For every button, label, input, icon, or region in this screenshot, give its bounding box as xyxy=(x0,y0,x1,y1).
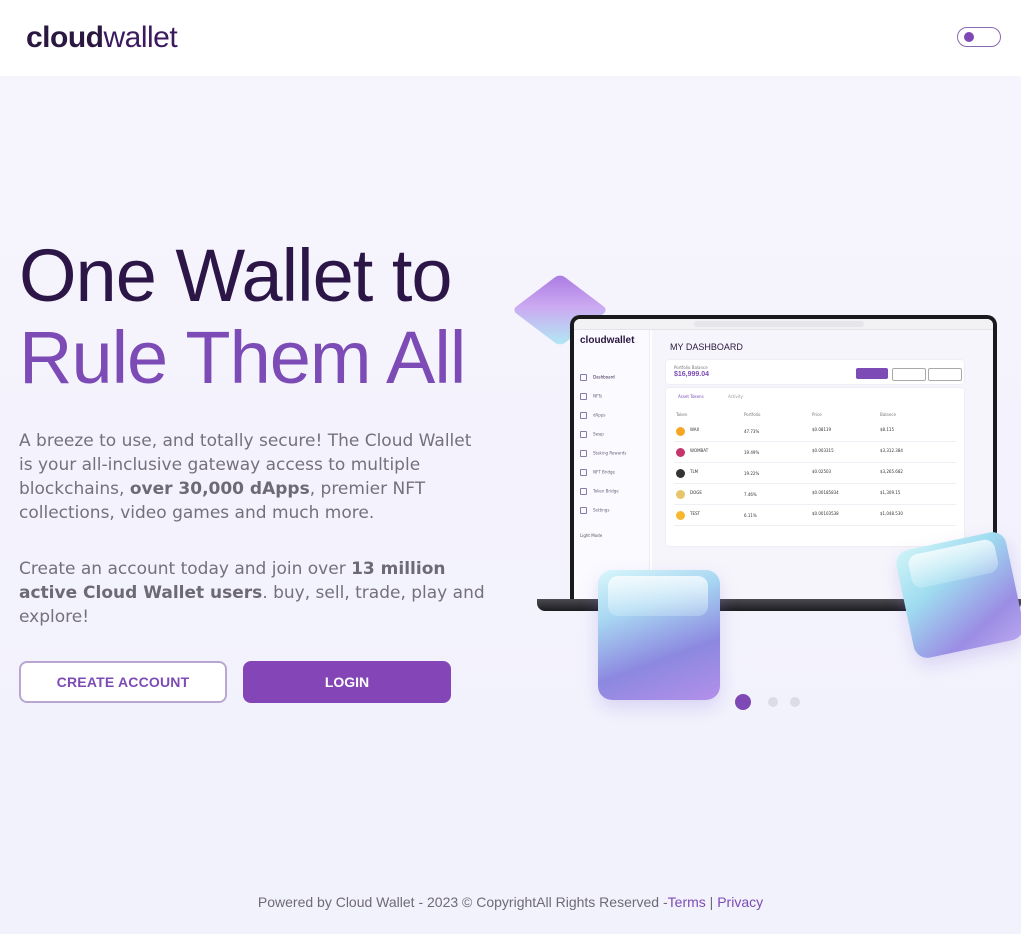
row-pct: 7.46% xyxy=(744,492,757,497)
row-price: $0.003315 xyxy=(812,448,834,453)
row-bal: $3,265.682 xyxy=(880,469,903,474)
carousel-dot[interactable] xyxy=(768,697,778,707)
preview-row: TLM 19.22% $0.02503 $3,265.682 xyxy=(674,464,956,484)
url-bar xyxy=(694,321,864,327)
para1-bold: over 30,000 dApps xyxy=(129,479,310,499)
assets-card: Asset Tokens Activity Token Portfolio Pr… xyxy=(666,388,964,546)
toggle-knob xyxy=(964,31,974,42)
carousel-dot[interactable] xyxy=(790,697,800,707)
row-token: TLM xyxy=(690,469,699,474)
balance-value: $16,999.04 xyxy=(674,371,710,378)
row-token: DOGE xyxy=(690,490,702,495)
create-account-button[interactable]: CREATE ACCOUNT xyxy=(19,661,227,703)
para2-text-a: Create an account today and join over xyxy=(19,559,352,579)
preview-tab-activity: Activity xyxy=(728,394,743,399)
preview-logo: cloudwallet xyxy=(580,335,635,346)
browser-bar xyxy=(574,319,993,337)
preview-buy-button xyxy=(928,368,962,381)
preview-nav-item: Dashboard xyxy=(580,374,615,381)
balance-label: Portfolio Balance xyxy=(674,365,708,370)
preview-title: MY DASHBOARD xyxy=(670,342,743,352)
coin-icon xyxy=(676,448,685,457)
terms-link[interactable]: Terms xyxy=(668,894,706,910)
hero-title-line1: One Wallet to xyxy=(19,234,453,317)
footer: Powered by Cloud Wallet - 2023 © Copyrig… xyxy=(0,858,1021,934)
cloudwallet-logo[interactable]: cloudwallet xyxy=(26,20,178,56)
footer-copyright: Powered by Cloud Wallet - 2023 © Copyrig… xyxy=(257,894,668,910)
row-bal: $1,309.15 xyxy=(880,490,901,495)
footer-text: Powered by Cloud Wallet - 2023 © Copyrig… xyxy=(0,894,1021,910)
row-bal: $1,048.530 xyxy=(880,511,903,516)
decorative-cube-middle xyxy=(598,570,720,700)
row-bal: $8.115 xyxy=(880,427,894,432)
hero-illustration: cloudwallet Dashboard NFTs dApps Swap St… xyxy=(511,270,1021,710)
theme-toggle[interactable] xyxy=(957,27,1001,47)
preview-nav-item: NFTs xyxy=(580,393,602,400)
col-balance: Balance xyxy=(880,412,896,417)
row-pct: 19.49% xyxy=(744,450,760,455)
logo-bold: cloud xyxy=(26,21,104,54)
row-token: WOMBAT xyxy=(690,448,709,453)
row-bal: $3,312.384 xyxy=(880,448,903,453)
coin-icon xyxy=(676,511,685,520)
preview-row: WOMBAT 19.49% $0.003315 $3,312.384 xyxy=(674,443,956,463)
row-price: $0.00103538 xyxy=(812,511,839,516)
preview-row: WAX 47.73% $0.08119 $8.115 xyxy=(674,422,956,442)
preview-light-mode: Light Mode xyxy=(580,533,603,538)
preview-row: TEST 6.11% $0.00103538 $1,048.530 xyxy=(674,506,956,526)
privacy-link[interactable]: Privacy xyxy=(717,894,763,910)
hero-description: A breeze to use, and totally secure! The… xyxy=(19,429,489,525)
preview-nav-item: Settings xyxy=(580,507,609,514)
row-pct: 47.73% xyxy=(744,429,760,434)
preview-nav-item: Token Bridge xyxy=(580,488,619,495)
row-price: $0.08119 xyxy=(812,427,832,432)
row-token: TEST xyxy=(690,511,700,516)
row-pct: 19.22% xyxy=(744,471,760,476)
coin-icon xyxy=(676,490,685,499)
preview-row: DOGE 7.46% $0.00185834 $1,309.15 xyxy=(674,485,956,505)
logo-light: wallet xyxy=(103,21,178,54)
preview-nav-item: dApps xyxy=(580,412,605,419)
preview-receive-button xyxy=(892,368,926,381)
decorative-cube-right xyxy=(893,529,1021,661)
col-token: Token xyxy=(676,412,688,417)
login-button[interactable]: LOGIN xyxy=(243,661,451,703)
carousel-indicators xyxy=(735,694,815,710)
row-token: WAX xyxy=(690,427,700,432)
col-portfolio: Portfolio xyxy=(744,412,761,417)
carousel-dot-active[interactable] xyxy=(735,694,751,710)
preview-nav-item: Swap xyxy=(580,431,604,438)
row-price: $0.00185834 xyxy=(812,490,839,495)
preview-tab-assets: Asset Tokens xyxy=(678,394,704,399)
coin-icon xyxy=(676,427,685,436)
hero-title-line2: Rule Them All xyxy=(19,316,466,399)
row-price: $0.02503 xyxy=(812,469,832,474)
preview-nav-item: Staking Rewards xyxy=(580,450,626,457)
preview-send-button xyxy=(856,368,888,379)
preview-nav-item: NFT Bridge xyxy=(580,469,615,476)
footer-separator: | xyxy=(705,894,718,910)
col-price: Price xyxy=(812,412,822,417)
preview-sidebar: cloudwallet Dashboard NFTs dApps Swap St… xyxy=(574,330,650,599)
coin-icon xyxy=(676,469,685,478)
balance-card: Portfolio Balance $16,999.04 xyxy=(666,360,964,384)
header: cloudwallet xyxy=(0,0,1021,76)
hero-cta-description: Create an account today and join over 13… xyxy=(19,557,489,629)
row-pct: 6.11% xyxy=(744,513,757,518)
